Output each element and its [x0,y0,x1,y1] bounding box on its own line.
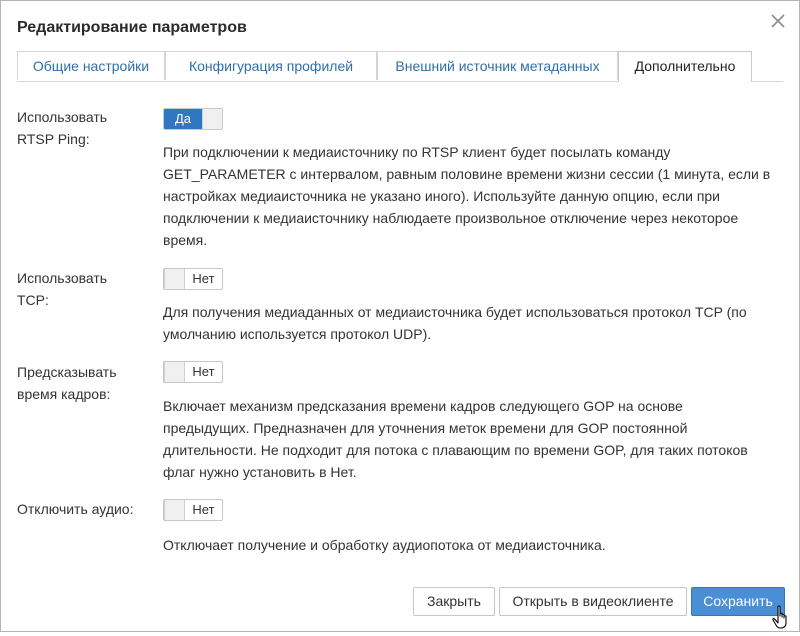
disable-audio-toggle[interactable]: Нет [163,499,223,521]
close-button[interactable]: Закрыть [413,587,495,616]
toggle-knob [164,269,184,289]
tab-bar: Общие настройки Конфигурация профилей Вн… [17,51,783,82]
tab-profile-configuration[interactable]: Конфигурация профилей [165,51,377,80]
setting-label-disable-audio: Отключить аудио: [17,501,134,517]
toggle-knob [164,362,184,382]
hand-cursor-icon [771,605,793,631]
toggle-knob [202,109,222,129]
dialog-title: Редактирование параметров [17,19,247,36]
toggle-value: Да [164,109,202,129]
toggle-knob [164,500,184,520]
toggle-value: Нет [184,362,222,382]
open-in-videoclient-button[interactable]: Открыть в видеоклиенте [499,587,687,616]
tab-external-metadata-source[interactable]: Внешний источник метаданных [377,51,618,80]
setting-label-tcp: Использовать TCP: [17,270,108,308]
setting-description-tcp: Для получения медиаданных от медиаисточн… [163,304,747,342]
frame-time-prediction-toggle[interactable]: Нет [163,361,223,383]
setting-description-rtsp-ping: При подключении к медиаисточнику по RTSP… [163,144,771,248]
rtsp-ping-toggle[interactable]: Да [163,108,223,130]
edit-parameters-dialog: Редактирование параметров Общие настройк… [0,0,800,632]
setting-description-disable-audio: Отключает получение и обработку аудиопот… [163,537,606,553]
toggle-value: Нет [184,269,222,289]
setting-label-rtsp-ping: Использовать RTSP Ping: [17,109,108,147]
setting-label-frame-time-prediction: Предсказывать время кадров: [17,364,117,402]
toggle-value: Нет [184,500,222,520]
setting-description-frame-time-prediction: Включает механизм предсказания времени к… [163,398,748,480]
tab-advanced[interactable]: Дополнительно [618,51,752,82]
close-icon[interactable] [769,12,787,30]
tab-general-settings[interactable]: Общие настройки [17,51,165,80]
tcp-toggle[interactable]: Нет [163,268,223,290]
